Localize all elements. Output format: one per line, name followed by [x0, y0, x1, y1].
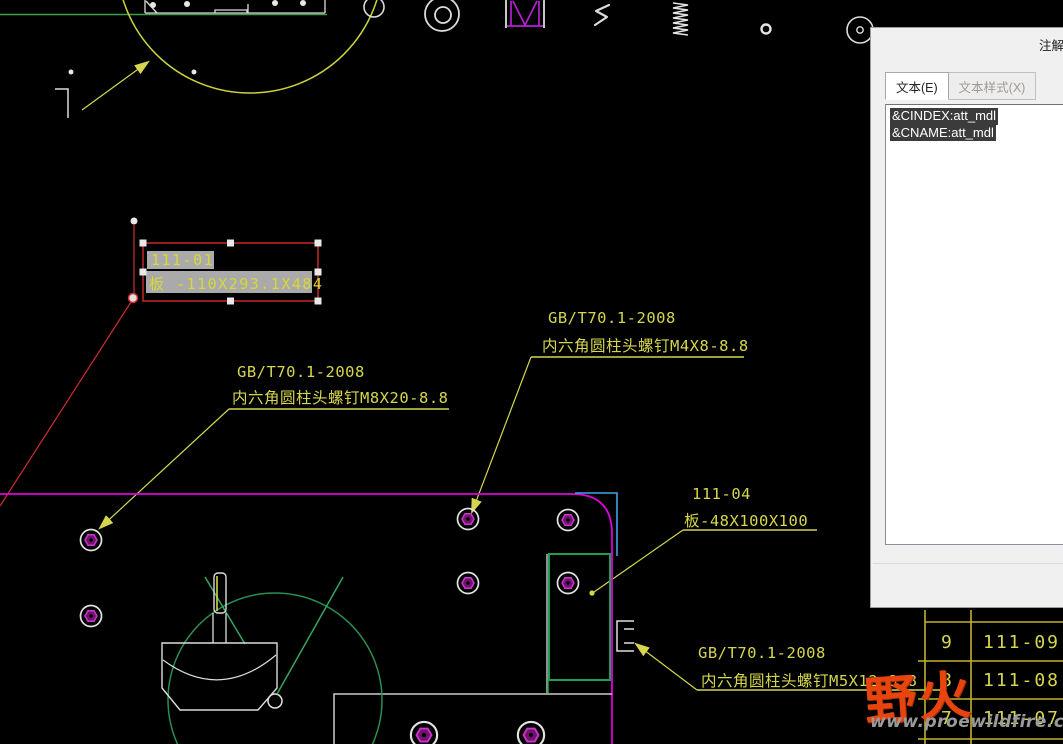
svg-text:内六角圆柱头螺钉M8X20-8.8: 内六角圆柱头螺钉M8X20-8.8 [232, 389, 449, 407]
clip-bracket [616, 620, 634, 652]
tab-text[interactable]: 文本(E) [885, 72, 949, 100]
bom-row-num: 9 [941, 632, 954, 653]
green-circle [167, 592, 383, 744]
svg-text:板-48X100X100: 板-48X100X100 [684, 512, 808, 530]
top-symbol-row[interactable] [363, 0, 874, 44]
annotation-m4[interactable]: GB/T70.1-2008 内六角圆柱头螺钉M4X8-8.8 [471, 309, 749, 515]
annotation-text-area[interactable]: &CINDEX:att_mdl &CNAME:att_mdl [885, 104, 1063, 545]
annotation-text-line: &CNAME:att_mdl [890, 124, 996, 141]
selected-note-line2: 板 -110X293.1X484 [149, 275, 323, 293]
green-block [548, 553, 611, 681]
dialog-separator [873, 563, 1063, 564]
bom-row-part: 111-09 [983, 632, 1060, 653]
tab-text-style[interactable]: 文本样式(X) [948, 72, 1037, 100]
squiggle-symbol [593, 3, 611, 27]
cad-application-window: 111-01 板 -110X293.1X484 GB/T70.1-2008 内六… [0, 0, 1063, 744]
svg-text:GB/T70.1-2008: GB/T70.1-2008 [548, 309, 676, 327]
spring-symbol [672, 2, 689, 36]
annotation-plate[interactable]: 111-04 板-48X100X100 [589, 485, 817, 596]
bracket-mark [55, 88, 69, 118]
large-circle-view[interactable] [55, 0, 383, 118]
annotation-text-line: &CINDEX:att_mdl [890, 108, 999, 125]
svg-text:111-04: 111-04 [692, 485, 751, 503]
selected-annotation[interactable]: 111-01 板 -110X293.1X484 [0, 217, 323, 507]
dialog-tab-bar: 文本(E) 文本样式(X) [885, 72, 1037, 100]
socket-bolts[interactable] [79, 507, 580, 744]
selected-note-line1: 111-01 [151, 251, 214, 269]
washer-symbol [424, 0, 460, 32]
annotation-m8[interactable]: GB/T70.1-2008 内六角圆柱头螺钉M8X20-8.8 [98, 363, 449, 530]
svg-text:GB/T70.1-2008: GB/T70.1-2008 [698, 644, 826, 662]
bom-row-part: 111-08 [983, 670, 1060, 691]
hole-symbol [760, 23, 772, 35]
svg-text:内六角圆柱头螺钉M4X8-8.8: 内六角圆柱头螺钉M4X8-8.8 [542, 337, 749, 355]
pulley-symbol [505, 0, 545, 28]
leader-anchor [127, 292, 139, 304]
svg-text:GB/T70.1-2008: GB/T70.1-2008 [237, 363, 365, 381]
red-leader-line [0, 301, 132, 507]
annotation-properties-dialog: 注解 文本(E) 文本样式(X) &CINDEX:att_mdl &CNAME:… [870, 27, 1063, 608]
dialog-title: 注解 [1039, 39, 1063, 53]
top-part-strip[interactable] [0, 0, 327, 75]
watermark-url: www.proewildfire.cn [870, 712, 1063, 732]
